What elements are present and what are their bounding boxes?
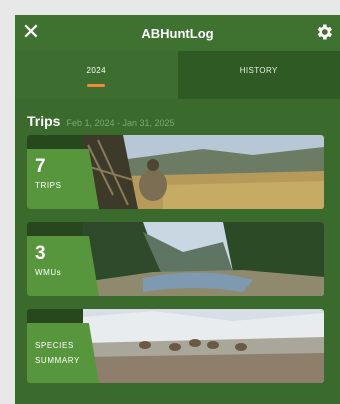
species-caption-line1: SPECIES	[35, 341, 74, 350]
tab-2024[interactable]: 2024	[15, 51, 178, 99]
tab-label: 2024	[86, 66, 106, 75]
wmus-count-label: 3 WMUs	[27, 236, 99, 296]
season-date-range: Feb 1, 2024 - Jan 31, 2025	[66, 118, 175, 128]
app-title: ABHuntLog	[141, 25, 214, 41]
species-caption-line2: SUMMARY	[35, 356, 80, 365]
wmus-card[interactable]: 3 WMUs	[27, 222, 324, 296]
trips-header: Trips Feb 1, 2024 - Jan 31, 2025	[15, 99, 340, 129]
wmus-caption: WMUs	[35, 268, 62, 277]
trips-count-label: 7 TRIPS	[27, 149, 99, 209]
trips-card[interactable]: 7 TRIPS	[27, 135, 324, 209]
top-app-bar: ✕ ABHuntLog	[15, 15, 340, 51]
deer-photo	[83, 309, 324, 383]
tab-label: HISTORY	[239, 66, 278, 75]
hunter-photo	[83, 135, 324, 209]
gear-icon[interactable]	[314, 22, 334, 42]
tab-history[interactable]: HISTORY	[177, 51, 340, 99]
trips-count: 7	[35, 156, 46, 177]
close-icon[interactable]: ✕	[21, 21, 41, 43]
trips-heading: Trips	[27, 113, 61, 129]
species-summary-label: SPECIES SUMMARY	[27, 323, 99, 383]
active-tab-indicator	[87, 84, 106, 87]
year-tabs: 2024 HISTORY	[15, 51, 340, 99]
trips-caption: TRIPS	[35, 181, 62, 190]
species-summary-card[interactable]: SPECIES SUMMARY	[27, 309, 324, 383]
app-screen: ✕ ABHuntLog 2024 HISTORY Trips Feb 1, 20…	[15, 15, 340, 404]
wmus-count: 3	[35, 243, 46, 264]
river-photo	[83, 222, 324, 296]
